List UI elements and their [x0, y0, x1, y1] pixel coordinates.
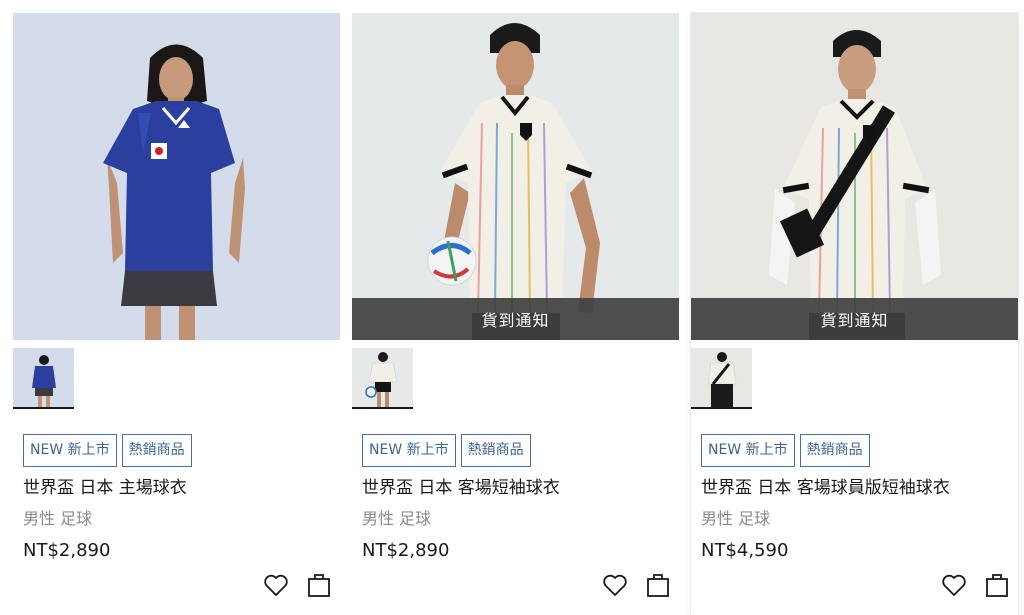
product-category: 男性 足球 — [701, 509, 771, 528]
product-category: 男性 足球 — [23, 509, 93, 528]
heart-icon[interactable] — [941, 573, 967, 597]
restock-notify-button[interactable]: 貨到通知 — [352, 298, 679, 340]
thumbnail-photo — [13, 348, 74, 407]
heart-icon[interactable] — [602, 573, 628, 597]
bestseller-badge: 熱銷商品 — [799, 434, 870, 467]
shopping-bag-icon[interactable] — [985, 571, 1009, 597]
product-card[interactable]: 貨到通知 NEW 新上市 熱銷商品 世界盃 日本 客場球員版短袖球衣 男性 足球… — [691, 13, 1018, 615]
product-category: 男性 足球 — [362, 509, 432, 528]
thumbnail-photo — [691, 348, 752, 407]
thumbnail[interactable] — [352, 348, 413, 409]
shopping-bag-icon[interactable] — [307, 571, 331, 597]
product-photo — [691, 13, 1018, 340]
product-image[interactable]: 貨到通知 — [691, 13, 1018, 340]
thumbnail[interactable] — [13, 348, 74, 409]
badge-list: NEW 新上市 熱銷商品 — [362, 434, 531, 467]
thumbnail-photo — [352, 348, 413, 407]
product-price: NT$2,890 — [23, 540, 111, 561]
thumbnail[interactable] — [691, 348, 752, 409]
bestseller-badge: 熱銷商品 — [121, 434, 192, 467]
product-price: NT$2,890 — [362, 540, 450, 561]
new-badge: NEW 新上市 — [701, 434, 795, 467]
restock-notify-button[interactable]: 貨到通知 — [691, 298, 1018, 340]
shopping-bag-icon[interactable] — [646, 571, 670, 597]
badge-list: NEW 新上市 熱銷商品 — [23, 434, 192, 467]
product-price: NT$4,590 — [701, 540, 789, 561]
product-name[interactable]: 世界盃 日本 客場球員版短袖球衣 — [701, 473, 950, 498]
badge-list: NEW 新上市 熱銷商品 — [701, 434, 870, 467]
product-photo — [13, 13, 340, 340]
product-card[interactable]: NEW 新上市 熱銷商品 世界盃 日本 主場球衣 男性 足球 NT$2,890 — [13, 13, 340, 615]
bestseller-badge: 熱銷商品 — [460, 434, 531, 467]
product-photo — [352, 13, 679, 340]
new-badge: NEW 新上市 — [23, 434, 117, 467]
new-badge: NEW 新上市 — [362, 434, 456, 467]
product-name[interactable]: 世界盃 日本 主場球衣 — [23, 473, 187, 498]
product-image[interactable]: 貨到通知 — [352, 13, 679, 340]
product-image[interactable] — [13, 13, 340, 340]
heart-icon[interactable] — [263, 573, 289, 597]
product-name[interactable]: 世界盃 日本 客場短袖球衣 — [362, 473, 560, 498]
product-card[interactable]: 貨到通知 NEW 新上市 熱銷商品 世界盃 日本 客場短袖球衣 男性 足球 NT… — [352, 13, 679, 615]
